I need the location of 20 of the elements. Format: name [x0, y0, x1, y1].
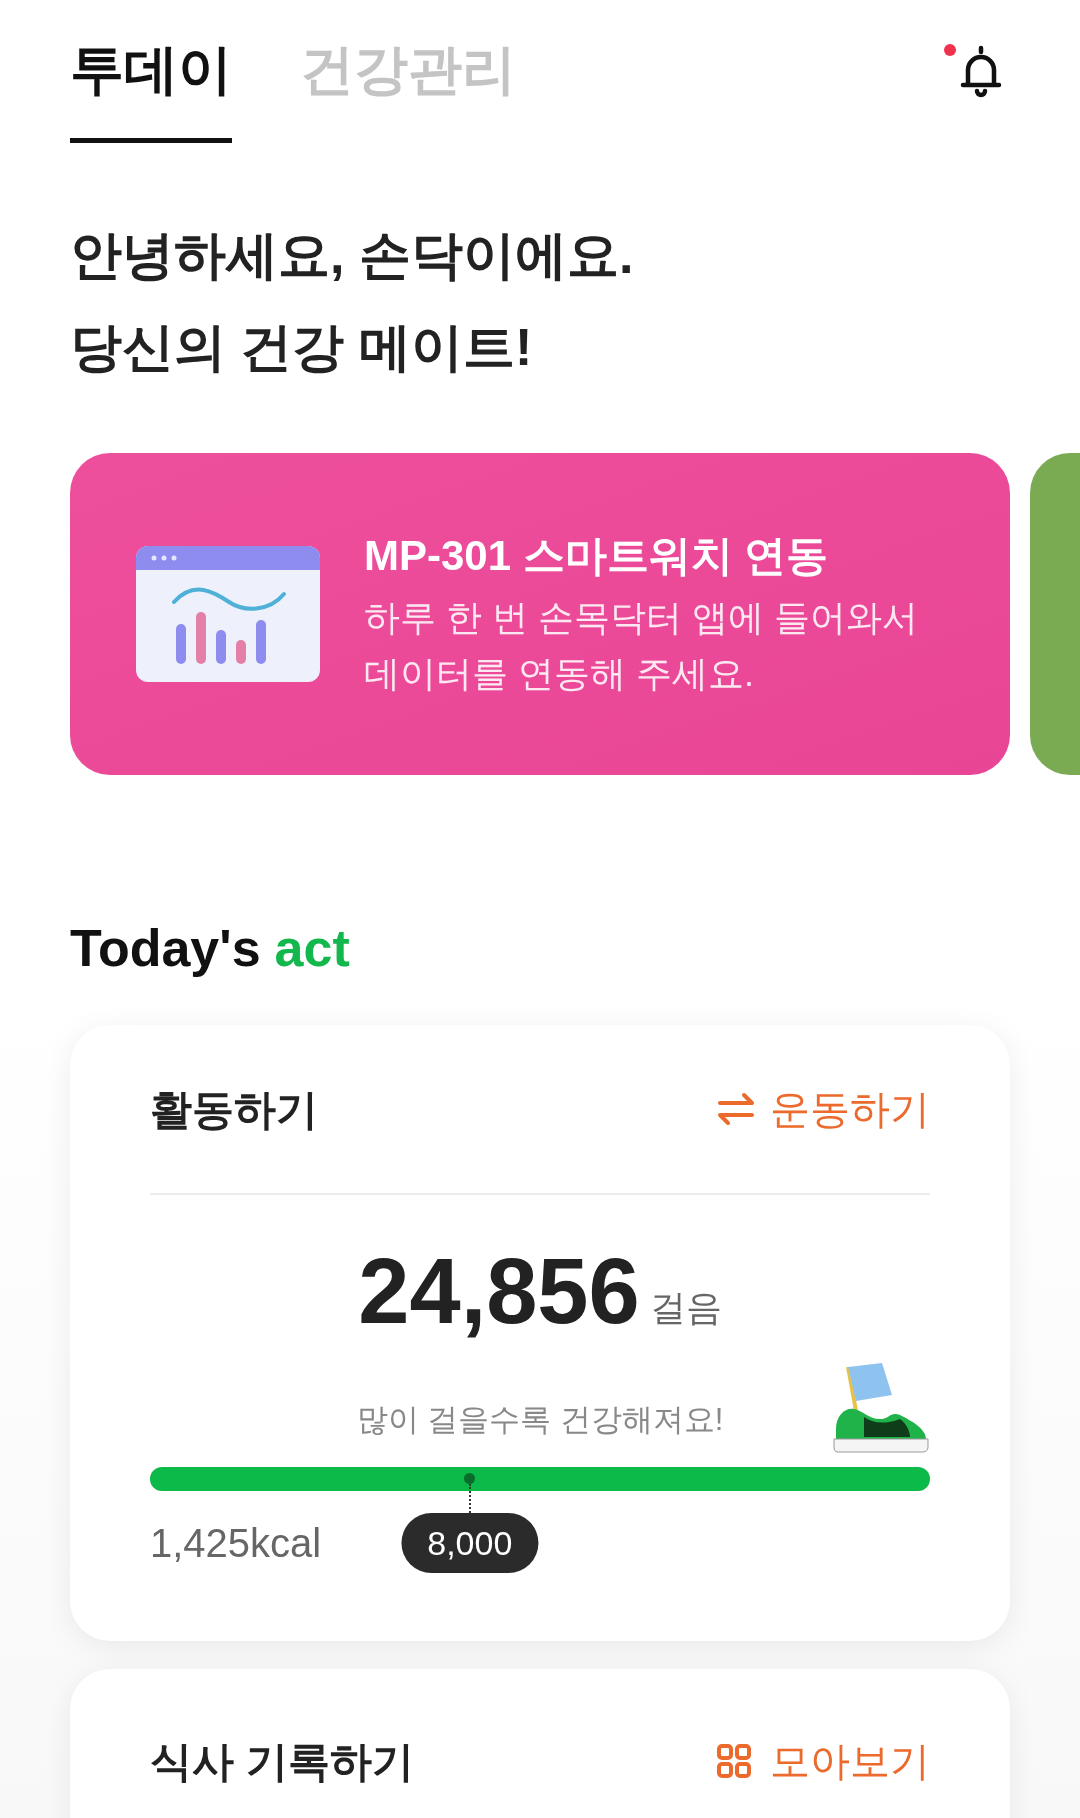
tab[interactable]: 투데이 — [70, 34, 232, 143]
goal-badge: 8,000 — [401, 1513, 539, 1573]
banner-card[interactable]: MP-301 스마트워치 연동 하루 한 번 손목닥터 앱에 들어와서 데이터를 연동해 주세요. — [70, 453, 1010, 775]
section-title: Today's — [70, 918, 261, 979]
section-title-accent: act — [274, 918, 350, 979]
card-title: 활동하기 — [150, 1084, 318, 1135]
exercise-link[interactable]: 운동하기 — [716, 1079, 930, 1139]
calories-text: 1,425kcal — [150, 1520, 322, 1567]
grid-icon — [716, 1743, 752, 1779]
encouragement-text: 많이 걸을수록 건강해져요! — [355, 1401, 725, 1439]
view-all-link[interactable]: 모아보기 — [716, 1731, 930, 1791]
banner-description: 하루 한 번 손목닥터 앱에 들어와서 데이터를 연동해 주세요. — [364, 596, 919, 696]
step-unit: 걸음 — [649, 1286, 722, 1330]
banner-title: MP-301 스마트워치 연동 — [364, 531, 830, 581]
tab[interactable]: 건강관리 — [300, 34, 516, 143]
step-count: 24,856 — [358, 1241, 640, 1341]
greeting-text: 안녕하세요, 손닥이에요. — [70, 225, 635, 286]
card-title: 식사 기록하기 — [150, 1736, 414, 1787]
greeting-text: 당신의 건강 메이트! — [70, 317, 534, 378]
swap-arrows-icon — [716, 1091, 756, 1127]
